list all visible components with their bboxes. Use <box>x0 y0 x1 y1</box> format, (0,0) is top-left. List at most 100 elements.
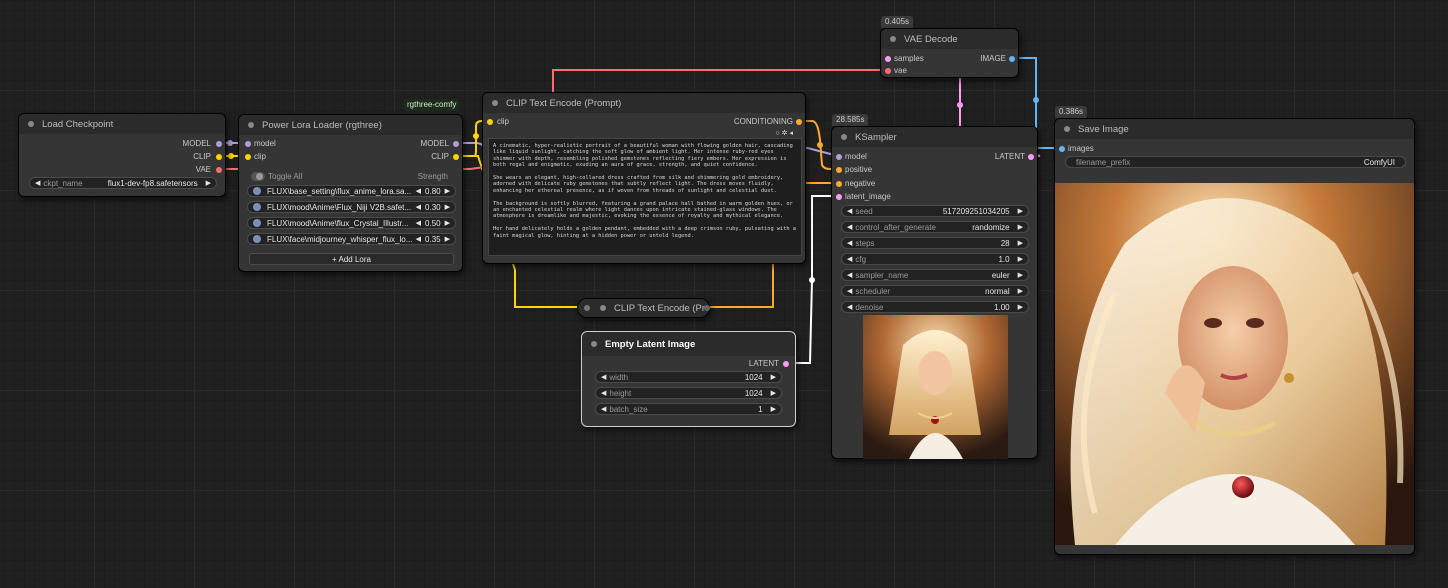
save-image-node[interactable]: Save Image images filename_prefix ComfyU… <box>1054 118 1415 555</box>
input-clip[interactable]: clip <box>254 152 266 162</box>
denoise-widget[interactable]: ◀ denoise 1.00 ▶ <box>841 301 1029 313</box>
output-image[interactable]: IMAGE <box>980 54 1006 64</box>
collapse-dot-icon[interactable] <box>890 36 896 42</box>
output-clip-dot-icon[interactable] <box>453 154 459 160</box>
collapse-dot-icon[interactable] <box>841 134 847 140</box>
vae-decode-node[interactable]: VAE Decode samples vae IMAGE <box>880 28 1019 78</box>
input-clip[interactable]: clip <box>497 117 509 127</box>
lora-row-3[interactable]: FLUX\mood\Anime\flux_Crystal_Illustr... … <box>247 217 456 229</box>
output-latent[interactable]: LATENT <box>995 152 1025 162</box>
arrow-left-icon[interactable]: ◀ <box>847 287 852 295</box>
arrow-right-icon[interactable]: ▶ <box>445 187 450 195</box>
input-model-dot-icon[interactable] <box>836 154 842 160</box>
width-widget[interactable]: ◀ width 1024 ▶ <box>595 371 782 383</box>
arrow-right-icon[interactable]: ▶ <box>445 235 450 243</box>
input-positive[interactable]: positive <box>845 165 872 175</box>
input-model-dot-icon[interactable] <box>245 141 251 147</box>
scheduler-widget[interactable]: ◀ scheduler normal ▶ <box>841 285 1029 297</box>
output-clip[interactable]: CLIP <box>431 152 449 162</box>
cfg-widget[interactable]: ◀ cfg 1.0 ▶ <box>841 253 1029 265</box>
filename-prefix-widget[interactable]: filename_prefix ComfyUI <box>1065 156 1406 168</box>
output-latent-dot-icon[interactable] <box>783 361 789 367</box>
arrow-right-icon[interactable]: ▶ <box>206 179 211 187</box>
node-title-bar[interactable]: Load Checkpoint <box>19 114 225 134</box>
toggle-all-label[interactable]: Toggle All <box>268 172 302 182</box>
input-clip-dot-icon[interactable] <box>245 154 251 160</box>
control-after-generate-widget[interactable]: ◀ control_after_generate randomize ▶ <box>841 221 1029 233</box>
arrow-left-icon[interactable]: ◀ <box>847 207 852 215</box>
node-title-bar[interactable]: CLIP Text Encode (Pr <box>578 299 709 317</box>
node-title-bar[interactable]: KSampler <box>832 127 1037 147</box>
input-negative[interactable]: negative <box>845 179 875 189</box>
ckpt-name-combo[interactable]: ◀ ckpt_name flux1-dev-fp8.safetensors ▶ <box>29 177 217 189</box>
power-lora-loader-node[interactable]: Power Lora Loader (rgthree) model clip M… <box>238 114 463 272</box>
output-vae[interactable]: VAE <box>196 165 211 175</box>
settings-icon[interactable]: ✲ <box>782 130 788 137</box>
arrow-left-icon[interactable]: ◀ <box>416 203 421 211</box>
steps-widget[interactable]: ◀ steps 28 ▶ <box>841 237 1029 249</box>
lora-strength[interactable]: 0.35 <box>425 235 441 244</box>
ksampler-node[interactable]: KSampler model positive negative latent_… <box>831 126 1038 459</box>
output-vae-dot-icon[interactable] <box>216 167 222 173</box>
arrow-right-icon[interactable]: ▶ <box>1018 255 1023 263</box>
arrow-left-icon[interactable]: ◀ <box>847 239 852 247</box>
arrow-right-icon[interactable]: ▶ <box>771 405 776 413</box>
lora-strength[interactable]: 0.80 <box>425 187 441 196</box>
node-title-bar[interactable]: Power Lora Loader (rgthree) <box>239 115 462 135</box>
output-model-dot-icon[interactable] <box>216 141 222 147</box>
arrow-left-icon[interactable]: ◀ <box>847 255 852 263</box>
arrow-right-icon[interactable]: ▶ <box>445 203 450 211</box>
saved-image-preview[interactable] <box>1055 183 1414 545</box>
input-samples[interactable]: samples <box>894 54 924 64</box>
arrow-right-icon[interactable]: ▶ <box>1018 223 1023 231</box>
input-images-dot-icon[interactable] <box>1059 146 1065 152</box>
input-vae[interactable]: vae <box>894 66 907 76</box>
lora-row-1[interactable]: FLUX\base_setting\flux_anime_lora.sa... … <box>247 185 456 197</box>
output-conditioning-dot-icon[interactable] <box>796 119 802 125</box>
input-positive-dot-icon[interactable] <box>836 167 842 173</box>
lora-row-2[interactable]: FLUX\mood\Anime\Flux_Niji V2B.safet... ◀… <box>247 201 456 213</box>
input-vae-dot-icon[interactable] <box>885 68 891 74</box>
arrow-left-icon[interactable]: ◀ <box>847 271 852 279</box>
arrow-right-icon[interactable]: ▶ <box>771 373 776 381</box>
input-images[interactable]: images <box>1068 144 1094 154</box>
output-latent-dot-icon[interactable] <box>1028 154 1034 160</box>
batch-size-widget[interactable]: ◀ batch_size 1 ▶ <box>595 403 782 415</box>
node-title-bar[interactable]: VAE Decode <box>881 29 1018 49</box>
arrow-right-icon[interactable]: ▶ <box>1018 239 1023 247</box>
output-conditioning-dot-icon[interactable] <box>704 305 710 311</box>
prompt-textarea[interactable]: A cinematic, hyper-realistic portrait of… <box>488 138 802 256</box>
height-widget[interactable]: ◀ height 1024 ▶ <box>595 387 782 399</box>
node-title-bar[interactable]: Empty Latent Image <box>582 332 795 356</box>
output-model-dot-icon[interactable] <box>453 141 459 147</box>
node-title-bar[interactable]: CLIP Text Encode (Prompt) <box>483 93 805 113</box>
output-model[interactable]: MODEL <box>183 139 211 149</box>
output-model[interactable]: MODEL <box>421 139 449 149</box>
arrow-right-icon[interactable]: ▶ <box>1018 303 1023 311</box>
lora-toggle-icon[interactable] <box>253 187 261 195</box>
add-lora-button[interactable]: + Add Lora <box>249 253 454 265</box>
arrow-left-icon[interactable]: ◀ <box>601 389 606 397</box>
output-clip-dot-icon[interactable] <box>216 154 222 160</box>
seed-widget[interactable]: ◀ seed 517209251034205 ▶ <box>841 205 1029 217</box>
arrow-right-icon[interactable]: ▶ <box>1018 207 1023 215</box>
toggle-all-switch[interactable] <box>251 172 265 181</box>
arrow-left-icon[interactable]: ◀ <box>416 219 421 227</box>
node-title-bar[interactable]: Save Image <box>1055 119 1414 139</box>
arrow-left-icon[interactable]: ◀ <box>847 223 852 231</box>
collapse-dot-icon[interactable] <box>1064 126 1070 132</box>
input-latent-image[interactable]: latent_image <box>845 192 891 202</box>
arrow-right-icon[interactable]: ▶ <box>445 219 450 227</box>
clip-text-encode-collapsed-node[interactable]: CLIP Text Encode (Pr <box>577 298 710 318</box>
output-conditioning[interactable]: CONDITIONING <box>734 117 793 127</box>
arrow-left-icon[interactable]: ◀ <box>601 373 606 381</box>
arrow-left-icon[interactable]: ◀ <box>416 235 421 243</box>
audio-icon[interactable]: ◂ <box>789 130 793 137</box>
collapse-dot-icon[interactable] <box>248 122 254 128</box>
input-model[interactable]: model <box>254 139 276 149</box>
lora-strength[interactable]: 0.50 <box>425 219 441 228</box>
lora-toggle-icon[interactable] <box>253 235 261 243</box>
arrow-right-icon[interactable]: ▶ <box>1018 287 1023 295</box>
lora-toggle-icon[interactable] <box>253 203 261 211</box>
copy-icon[interactable]: ○ <box>775 130 779 137</box>
